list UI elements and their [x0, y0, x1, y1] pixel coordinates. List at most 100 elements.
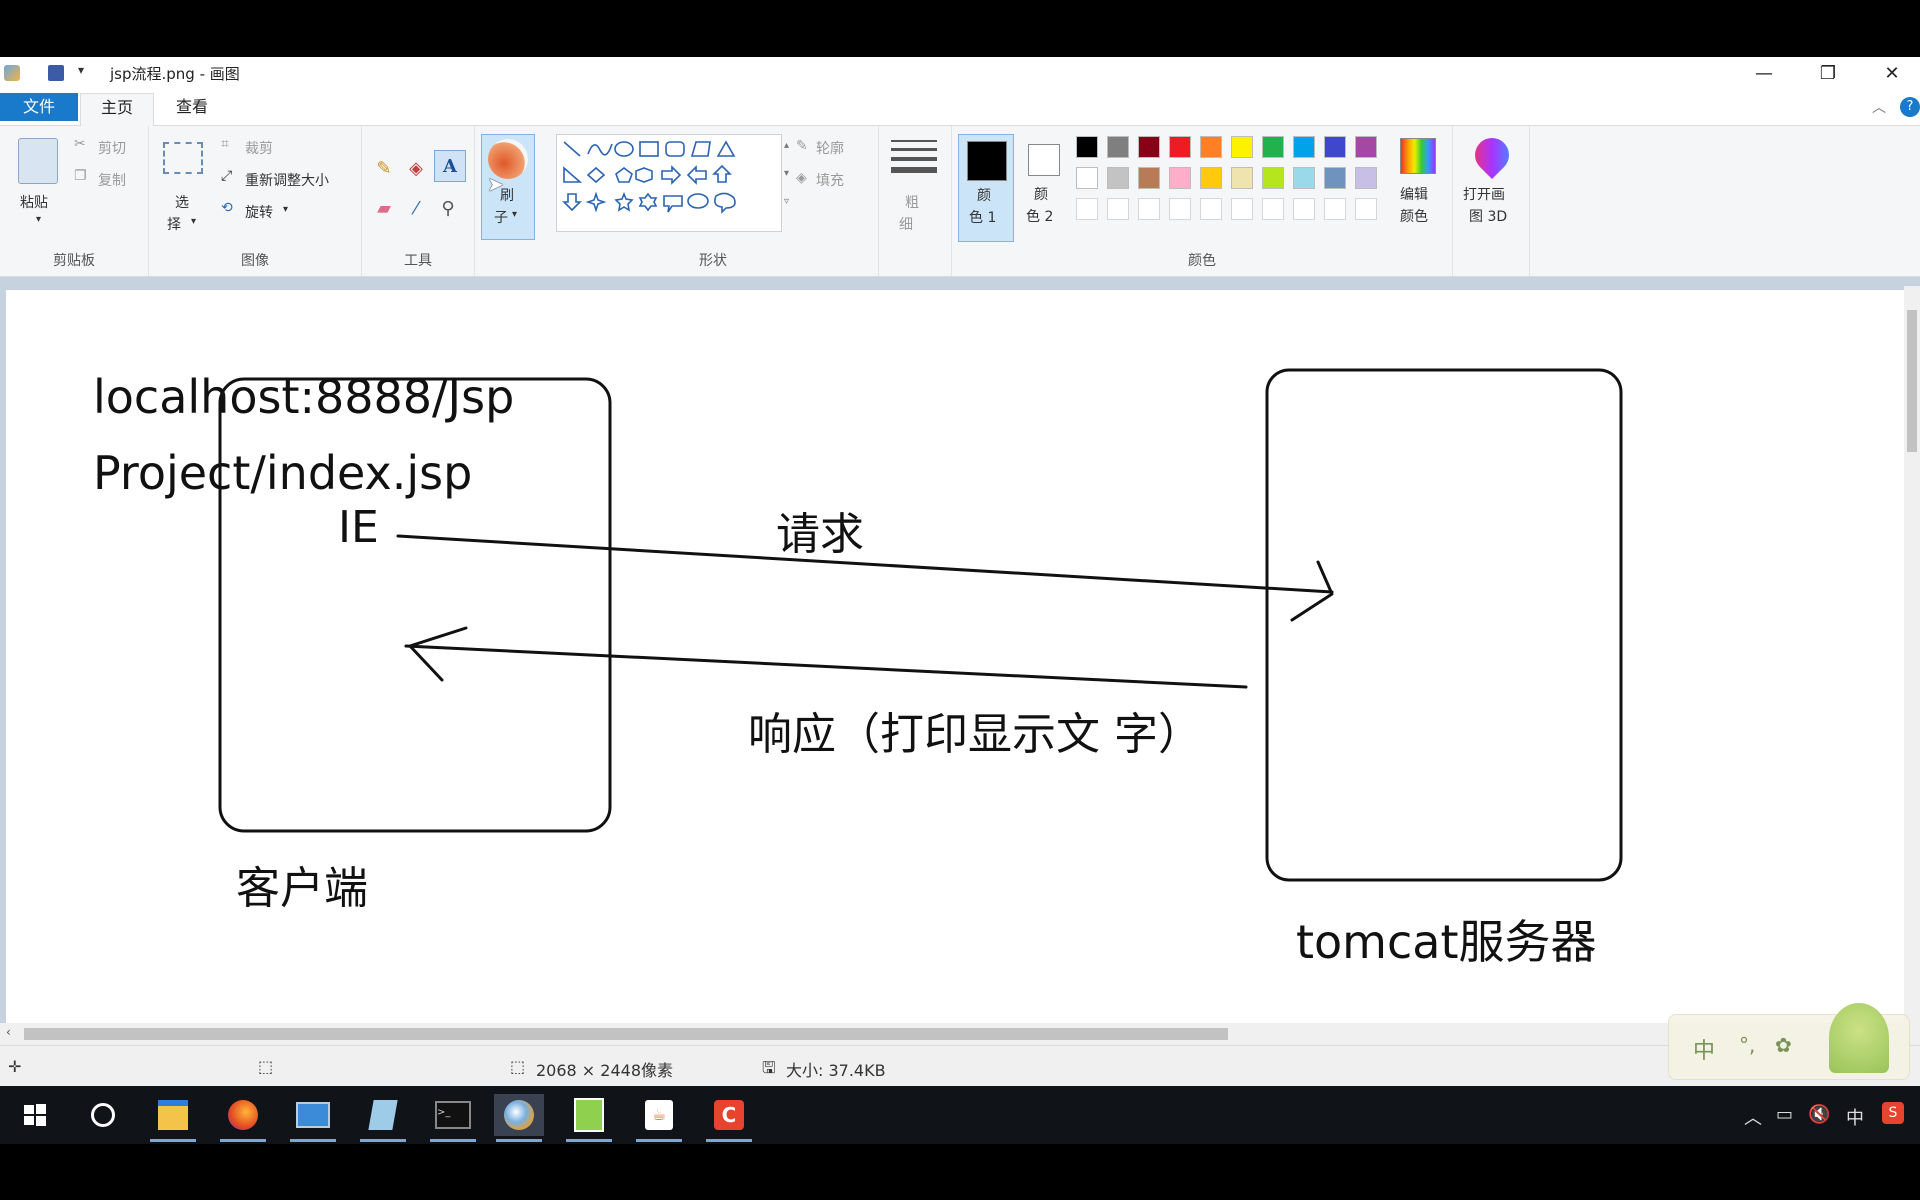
color-swatch[interactable]: [1169, 136, 1191, 158]
paint3d-button[interactable]: 打开画 图 3D: [1459, 130, 1523, 240]
ime-punct-icon[interactable]: °,: [1739, 1033, 1755, 1057]
select-label-2[interactable]: 择: [167, 214, 181, 234]
minimize-button[interactable]: —: [1734, 57, 1794, 89]
custom-color-swatch[interactable]: [1138, 198, 1160, 220]
color-swatch[interactable]: [1138, 167, 1160, 189]
restore-button[interactable]: ❐: [1798, 57, 1858, 89]
taskbar: >_ ☕ C ︿ ▭ 🔇 中 S: [0, 1086, 1920, 1144]
edit-colors-button[interactable]: 编辑 颜色: [1388, 134, 1446, 240]
collapse-ribbon-icon[interactable]: ︿: [1872, 97, 1886, 117]
notepadpp-icon[interactable]: [564, 1094, 614, 1142]
terminal-icon[interactable]: >_: [428, 1094, 478, 1142]
outline-button[interactable]: 轮廓: [816, 138, 844, 158]
sogou-ime-icon[interactable]: S: [1882, 1102, 1904, 1124]
color-swatch[interactable]: [1324, 136, 1346, 158]
input-language[interactable]: 中: [1846, 1104, 1864, 1130]
start-icon[interactable]: [10, 1094, 60, 1136]
select-dropdown-icon[interactable]: ▾: [191, 216, 196, 227]
color2-button[interactable]: 颜 色 2: [1016, 134, 1070, 240]
select-icon[interactable]: [163, 142, 203, 174]
paste-icon[interactable]: [18, 138, 58, 184]
text-icon[interactable]: A: [434, 150, 466, 182]
notepad-icon[interactable]: [358, 1094, 408, 1142]
resize-button[interactable]: 重新调整大小: [245, 170, 329, 190]
color-picker-icon[interactable]: ⁄: [402, 194, 430, 222]
save-icon[interactable]: [48, 65, 64, 81]
color-swatch[interactable]: [1355, 167, 1377, 189]
volume-muted-icon[interactable]: 🔇: [1808, 1104, 1830, 1125]
shapes-expand-icon[interactable]: ▿: [784, 196, 789, 207]
help-icon[interactable]: ?: [1900, 97, 1920, 117]
size-label-2[interactable]: 细: [899, 214, 913, 234]
drawing-canvas[interactable]: localhost:8888/Jsp Project/index.jsp IE …: [6, 290, 1904, 1023]
fill-style-button[interactable]: 填充: [816, 170, 844, 190]
response-arrow: [404, 644, 1248, 689]
tray-expand-icon[interactable]: ︿: [1744, 1104, 1762, 1130]
custom-color-swatch[interactable]: [1262, 198, 1284, 220]
color-swatch[interactable]: [1324, 167, 1346, 189]
crop-button[interactable]: 裁剪: [245, 138, 273, 158]
ime-mode[interactable]: 中: [1693, 1033, 1715, 1065]
color-swatch[interactable]: [1200, 136, 1222, 158]
color-swatch[interactable]: [1076, 167, 1098, 189]
color-swatch[interactable]: [1138, 136, 1160, 158]
paste-button-label[interactable]: 粘贴: [20, 192, 48, 212]
tab-view[interactable]: 查看: [160, 93, 224, 121]
custom-color-swatch[interactable]: [1200, 198, 1222, 220]
color-swatch[interactable]: [1231, 136, 1253, 158]
select-label-1[interactable]: 选: [175, 192, 189, 212]
color-swatch[interactable]: [1262, 136, 1284, 158]
custom-color-swatch[interactable]: [1076, 198, 1098, 220]
color-swatch[interactable]: [1293, 136, 1315, 158]
java-icon[interactable]: ☕: [634, 1094, 684, 1142]
color-swatch[interactable]: [1107, 167, 1129, 189]
remote-desktop-icon[interactable]: [288, 1094, 338, 1142]
qat-dropdown-icon[interactable]: ▾: [78, 63, 84, 77]
file-size: 大小: 37.4KB: [786, 1061, 886, 1080]
shapes-scroll-up-icon[interactable]: ▴: [784, 140, 789, 151]
paint-icon[interactable]: [494, 1094, 544, 1142]
close-button[interactable]: ✕: [1862, 57, 1920, 89]
vertical-scroll-thumb[interactable]: [1907, 310, 1917, 452]
shapes-scroll-down-icon[interactable]: ▾: [784, 168, 789, 179]
custom-color-swatch[interactable]: [1355, 198, 1377, 220]
file-explorer-icon[interactable]: [148, 1094, 198, 1142]
cortana-icon[interactable]: [78, 1094, 128, 1136]
tab-home[interactable]: 主页: [80, 93, 154, 126]
custom-color-swatch[interactable]: [1231, 198, 1253, 220]
paste-dropdown-icon[interactable]: ▾: [36, 214, 41, 225]
color-swatch[interactable]: [1076, 136, 1098, 158]
color-swatch[interactable]: [1231, 167, 1253, 189]
eraser-icon[interactable]: ▰: [370, 194, 398, 222]
size-label-1[interactable]: 粗: [905, 192, 919, 212]
custom-color-swatch[interactable]: [1107, 198, 1129, 220]
rotate-button[interactable]: 旋转: [245, 202, 273, 222]
rotate-dropdown-icon[interactable]: ▾: [283, 204, 288, 215]
line-size-icon[interactable]: [891, 140, 937, 173]
color-swatch[interactable]: [1107, 136, 1129, 158]
video-letterbox-bottom: [0, 1144, 1920, 1200]
magnifier-icon[interactable]: ⚲: [434, 194, 462, 222]
app-c-icon[interactable]: C: [704, 1094, 754, 1142]
battery-icon[interactable]: ▭: [1776, 1104, 1793, 1125]
shapes-gallery-icons[interactable]: [558, 136, 780, 228]
pencil-icon[interactable]: ✎: [370, 154, 398, 182]
custom-color-swatch[interactable]: [1324, 198, 1346, 220]
color1-button[interactable]: 颜 色 1: [958, 134, 1014, 242]
color-swatch[interactable]: [1169, 167, 1191, 189]
custom-color-swatch[interactable]: [1293, 198, 1315, 220]
color-swatch[interactable]: [1355, 136, 1377, 158]
copy-button[interactable]: 复制: [98, 170, 126, 190]
scroll-left-icon[interactable]: ‹: [6, 1025, 11, 1039]
custom-color-swatch[interactable]: [1169, 198, 1191, 220]
horizontal-scroll-thumb[interactable]: [24, 1028, 1228, 1040]
cut-button[interactable]: 剪切: [98, 138, 126, 158]
tab-file[interactable]: 文件: [0, 93, 78, 121]
ime-skin-icon[interactable]: ✿: [1775, 1033, 1792, 1057]
fill-icon[interactable]: ◈: [402, 154, 430, 182]
color-swatch[interactable]: [1200, 167, 1222, 189]
ime-widget[interactable]: 中 °, ✿: [1668, 1003, 1910, 1080]
firefox-icon[interactable]: [218, 1094, 268, 1142]
color-swatch[interactable]: [1293, 167, 1315, 189]
color-swatch[interactable]: [1262, 167, 1284, 189]
